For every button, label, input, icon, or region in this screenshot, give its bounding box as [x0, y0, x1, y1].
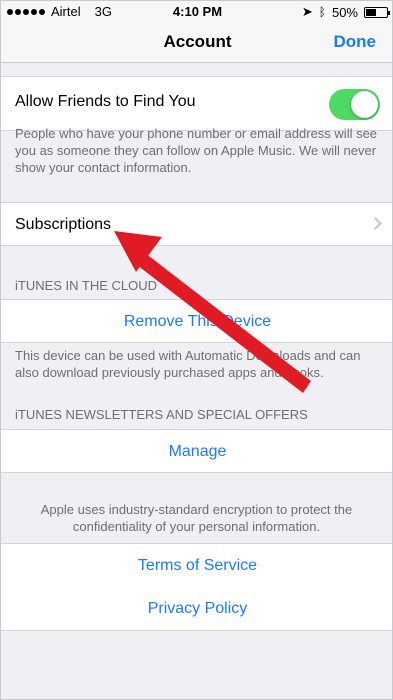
manage-button[interactable]: Manage [1, 443, 392, 461]
allow-friends-toggle[interactable] [329, 89, 380, 120]
itunes-cloud-footer: This device can be used with Automatic D… [15, 348, 361, 380]
privacy-note: Apple uses industry-standard encryption … [40, 502, 353, 534]
bluetooth-icon: ᛒ [318, 5, 326, 19]
manage-row: Manage [1, 429, 392, 473]
status-bar: Airtel 3G 4:10 PM ➤ ᛒ 50% [1, 1, 392, 23]
allow-friends-row: Allow Friends to Find You [1, 76, 392, 131]
allow-friends-footer: People who have your phone number or ema… [15, 126, 378, 175]
subscriptions-row[interactable]: Subscriptions [1, 202, 392, 246]
toggle-knob [351, 91, 378, 118]
done-button[interactable]: Done [334, 32, 377, 52]
battery-icon [364, 6, 390, 18]
subscriptions-label: Subscriptions [15, 216, 112, 233]
legal-section: Terms of Service Privacy Policy [1, 543, 392, 631]
battery-percent: 50% [331, 4, 358, 20]
status-right: ➤ ᛒ 50% [301, 4, 390, 20]
itunes-cloud-header: iTUNES IN THE CLOUD [15, 278, 158, 293]
location-icon: ➤ [301, 4, 313, 19]
remove-device-row: Remove This Device [1, 299, 392, 343]
terms-of-service-link[interactable]: Terms of Service [1, 557, 392, 575]
screen: Airtel 3G 4:10 PM ➤ ᛒ 50% Account Done A… [0, 0, 393, 700]
privacy-policy-link[interactable]: Privacy Policy [1, 600, 392, 618]
newsletters-header: iTUNES NEWSLETTERS AND SPECIAL OFFERS [15, 407, 308, 422]
chevron-right-icon [369, 217, 382, 230]
remove-device-button[interactable]: Remove This Device [1, 313, 392, 331]
battery-fill [366, 8, 376, 16]
navigation-bar: Account Done [1, 23, 392, 63]
allow-friends-label: Allow Friends to Find You [15, 93, 196, 110]
